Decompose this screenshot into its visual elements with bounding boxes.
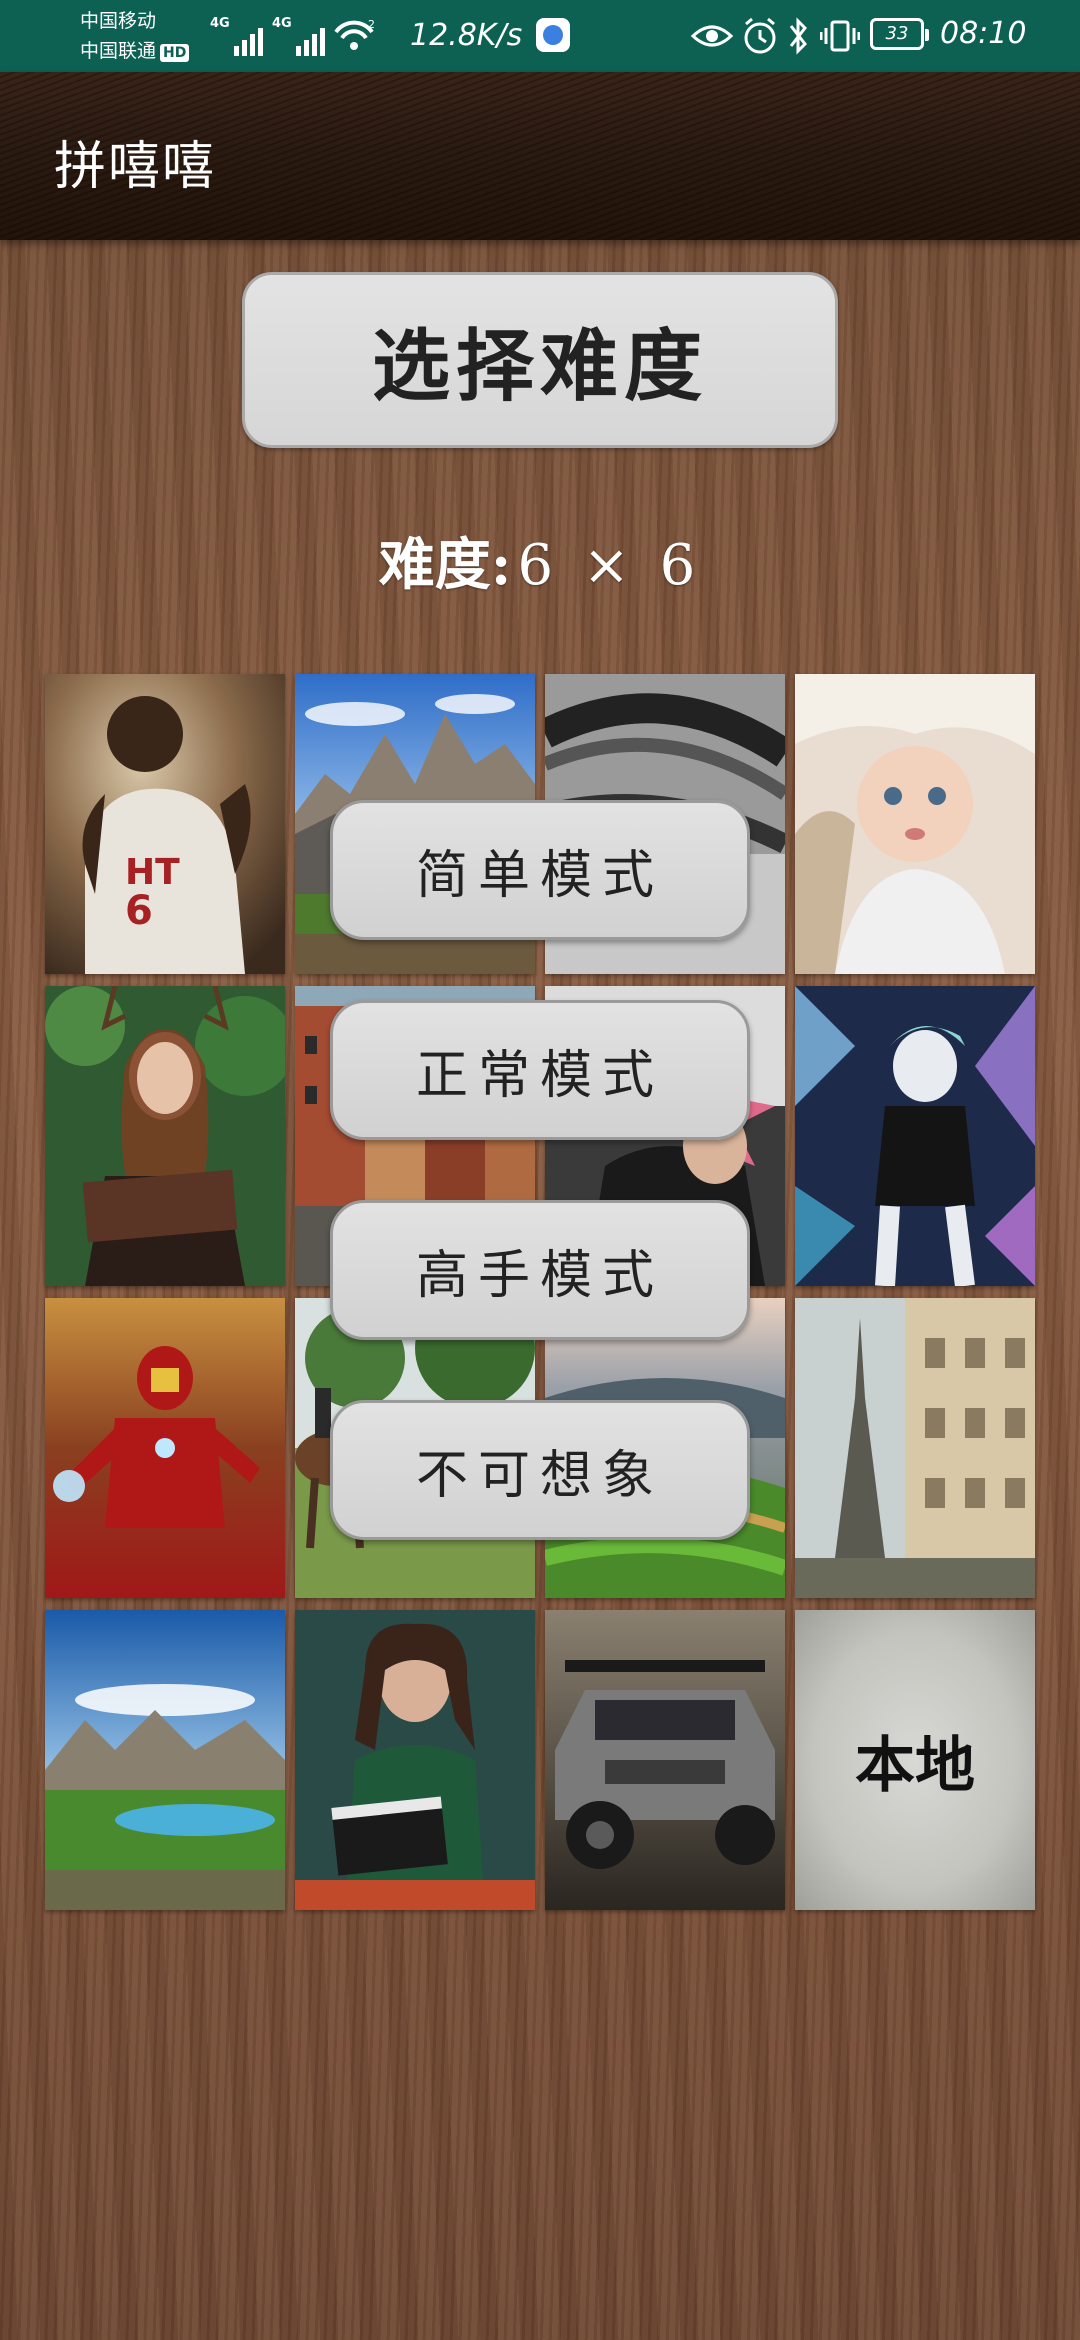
puzzle-image-tile[interactable] (295, 1610, 535, 1910)
select-difficulty-button[interactable]: 选择难度 (242, 272, 838, 448)
svg-text:6: 6 (125, 888, 153, 934)
woman-with-book-image (45, 986, 285, 1286)
clock: 08:10 (940, 16, 1027, 51)
puzzle-image-tile[interactable] (545, 1610, 785, 1910)
normal-mode-button[interactable]: 正常模式 (330, 1000, 750, 1140)
svg-text:2: 2 (368, 18, 375, 31)
hd-badge: HD (160, 44, 190, 62)
unimaginable-mode-button[interactable]: 不可想象 (330, 1400, 750, 1540)
eiffel-tower-image (795, 1298, 1035, 1598)
puzzle-image-tile[interactable] (795, 986, 1035, 1286)
puzzle-image-tile[interactable] (45, 986, 285, 1286)
crystal-anime-girl-image (795, 986, 1035, 1286)
app-notification-icon (536, 18, 570, 52)
app-bar: 拼嘻嘻 (0, 72, 1080, 240)
carrier-1: 中国移动 (80, 10, 157, 32)
puzzle-image-tile[interactable] (45, 1298, 285, 1598)
carrier-info: 中国移动 中国联通 HD (80, 6, 190, 66)
baby-image (795, 674, 1035, 974)
basketball-player-image: HT 6 (45, 674, 285, 974)
difficulty-value: 6 × 6 (517, 533, 702, 598)
puzzle-image-tile[interactable] (795, 1298, 1035, 1598)
app-title: 拼嘻嘻 (54, 137, 217, 197)
battery-icon: 33 (870, 18, 929, 50)
svg-text:HT: HT (125, 852, 180, 893)
alarm-icon (744, 17, 776, 54)
puzzle-image-tile[interactable] (45, 1610, 285, 1910)
carrier-2: 中国联通 (80, 40, 157, 62)
network-type-2: 4G (272, 16, 292, 31)
easy-mode-button[interactable]: 简单模式 (330, 800, 750, 940)
hotspot-icon: 2 (334, 18, 375, 50)
iron-man-image (45, 1298, 285, 1598)
network-type-1: 4G (210, 16, 230, 31)
offroad-truck-image (545, 1610, 785, 1910)
status-bar: 中国移动 中国联通 HD 4G 4G 2 12.8K/s 33 08:10 (0, 0, 1080, 72)
woman-clapperboard-image (295, 1610, 535, 1910)
bluetooth-icon (789, 17, 807, 55)
expert-mode-button[interactable]: 高手模式 (330, 1200, 750, 1340)
puzzle-image-tile[interactable]: HT 6 (45, 674, 285, 974)
difficulty-indicator: 难度: 6 × 6 (0, 520, 1080, 601)
difficulty-label: 难度: (378, 532, 512, 598)
vibrate-icon (820, 20, 860, 52)
local-image-tile[interactable]: 本地 (795, 1610, 1035, 1910)
mountain-lake-image (45, 1610, 285, 1910)
eye-icon (690, 25, 734, 47)
local-tile-label: 本地 (855, 1730, 975, 1801)
network-speed: 12.8K/s (410, 18, 523, 53)
puzzle-image-tile[interactable] (795, 674, 1035, 974)
